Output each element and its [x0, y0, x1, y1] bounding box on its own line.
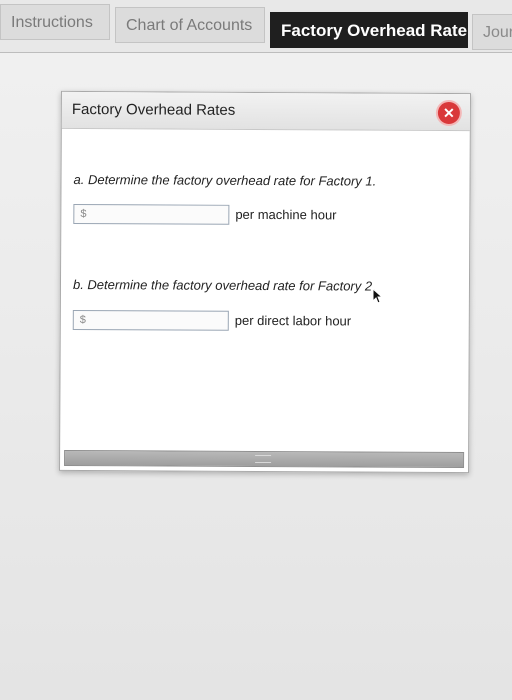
tab-journal[interactable]: Jour	[472, 14, 512, 50]
tab-instructions[interactable]: Instructions	[0, 4, 110, 40]
dialog-resize-bar[interactable]	[64, 449, 465, 469]
dialog-title: Factory Overhead Rates	[71, 100, 236, 119]
mouse-pointer-icon	[372, 288, 384, 304]
dollar-sign: $	[80, 208, 87, 221]
factory1-rate-input[interactable]: $	[73, 203, 230, 225]
factory1-unit-label: per machine hour	[235, 206, 337, 223]
close-icon[interactable]: ✕	[437, 101, 460, 125]
factory2-unit-label: per direct labor hour	[234, 312, 352, 329]
factory2-rate-input[interactable]: $	[72, 309, 229, 331]
dollar-sign: $	[79, 314, 86, 327]
dialog-header: Factory Overhead Rates ✕	[61, 91, 470, 132]
tab-bar: Instructions Chart of Accounts Factory O…	[0, 0, 512, 53]
tab-factory-overhead-rates[interactable]: Factory Overhead Rates	[270, 12, 468, 48]
grip-icon	[255, 454, 272, 464]
question-b: b. Determine the factory overhead rate f…	[72, 276, 376, 294]
question-a: a. Determine the factory overhead rate f…	[73, 171, 377, 189]
screen: Instructions Chart of Accounts Factory O…	[0, 0, 512, 700]
factory-overhead-dialog: Factory Overhead Rates ✕ a. Determine th…	[59, 90, 471, 474]
tab-chart-of-accounts[interactable]: Chart of Accounts	[115, 7, 265, 43]
